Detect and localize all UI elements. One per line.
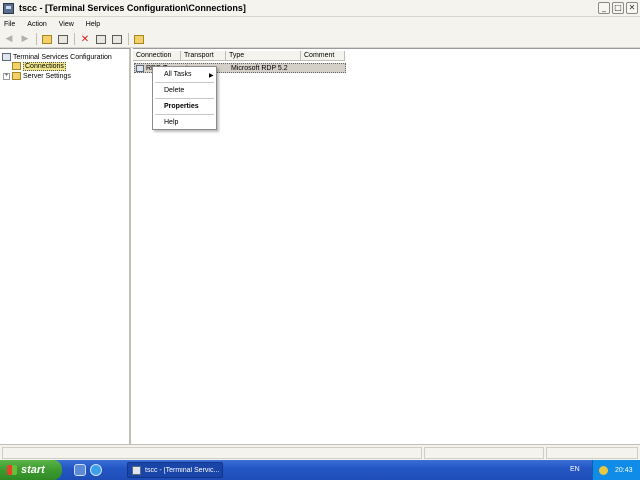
clock[interactable]: 20:43 <box>615 467 633 474</box>
tree-item-connections[interactable]: Connections <box>12 61 66 71</box>
folder-icon <box>12 62 21 70</box>
status-segment <box>424 447 544 459</box>
menu-separator <box>155 98 214 99</box>
monitor-icon <box>2 53 11 61</box>
app-icon <box>3 2 14 14</box>
tree-item-server-settings[interactable]: + Server Settings <box>3 71 71 81</box>
menu-item-properties[interactable]: Properties <box>164 103 199 110</box>
app-icon <box>132 465 141 475</box>
menu-action[interactable]: Action <box>27 21 46 28</box>
folder-icon <box>12 72 21 80</box>
column-header-transport[interactable]: Transport <box>181 51 226 61</box>
toolbar: ◀ ▶ ✕ <box>0 31 640 48</box>
forward-icon[interactable]: ▶ <box>19 33 31 45</box>
menu-view[interactable]: View <box>59 21 74 28</box>
windows-logo-icon <box>7 465 17 475</box>
properties-icon[interactable] <box>95 33 107 45</box>
export-icon[interactable] <box>111 33 123 45</box>
taskbar: start tscc - [Terminal Servic... EN 20:4… <box>0 460 640 480</box>
minimize-button[interactable]: _ <box>598 2 610 14</box>
task-label: tscc - [Terminal Servic... <box>145 466 220 474</box>
network-icon[interactable] <box>599 465 608 475</box>
column-header-type[interactable]: Type <box>226 51 301 61</box>
menu-item-delete[interactable]: Delete <box>164 87 184 94</box>
status-segment <box>546 447 638 459</box>
back-icon[interactable]: ◀ <box>3 33 15 45</box>
toolbar-separator <box>36 33 37 45</box>
column-header-comment[interactable]: Comment <box>301 51 345 61</box>
internet-explorer-icon[interactable] <box>90 464 102 476</box>
status-segment <box>2 447 422 459</box>
tree-pane[interactable]: Terminal Services Configuration Connecti… <box>0 48 131 444</box>
close-button[interactable]: ✕ <box>626 2 638 14</box>
column-header-connection[interactable]: Connection <box>133 51 181 61</box>
context-menu: All Tasks ▶ Delete Properties Help <box>152 66 217 130</box>
title-bar[interactable]: tscc - [Terminal Services Configuration\… <box>0 0 640 17</box>
toolbar-separator <box>74 33 75 45</box>
up-folder-icon[interactable] <box>41 33 53 45</box>
help-icon[interactable] <box>133 33 145 45</box>
system-tray: 20:43 <box>592 460 640 480</box>
language-indicator[interactable]: EN <box>570 466 580 473</box>
expand-icon[interactable]: + <box>3 72 10 80</box>
menu-bar: File Action View Help <box>0 17 640 31</box>
taskbar-button-tscc[interactable]: tscc - [Terminal Servic... <box>127 462 223 478</box>
start-label: start <box>21 464 45 476</box>
menu-separator <box>155 114 214 115</box>
tree-item-label: Connections <box>23 61 66 71</box>
menu-item-all-tasks[interactable]: All Tasks <box>164 71 192 78</box>
tree-root-label: Terminal Services Configuration <box>13 53 112 61</box>
status-bar <box>0 444 640 460</box>
menu-separator <box>155 82 214 83</box>
menu-help[interactable]: Help <box>86 21 100 28</box>
show-tree-icon[interactable] <box>57 33 69 45</box>
show-desktop-icon[interactable] <box>74 464 86 476</box>
restore-button[interactable]: □ <box>612 2 624 14</box>
delete-icon[interactable]: ✕ <box>79 33 91 45</box>
submenu-arrow-icon: ▶ <box>209 72 214 79</box>
toolbar-separator <box>128 33 129 45</box>
cell-type: Microsoft RDP 5.2 <box>231 65 288 72</box>
window-controls: _ □ ✕ <box>598 2 638 14</box>
window-title: tscc - [Terminal Services Configuration\… <box>19 3 246 13</box>
menu-item-help[interactable]: Help <box>164 119 178 126</box>
tree-item-label: Server Settings <box>23 72 71 80</box>
menu-file[interactable]: File <box>4 21 15 28</box>
connection-icon <box>136 65 144 72</box>
start-button[interactable]: start <box>0 460 62 480</box>
